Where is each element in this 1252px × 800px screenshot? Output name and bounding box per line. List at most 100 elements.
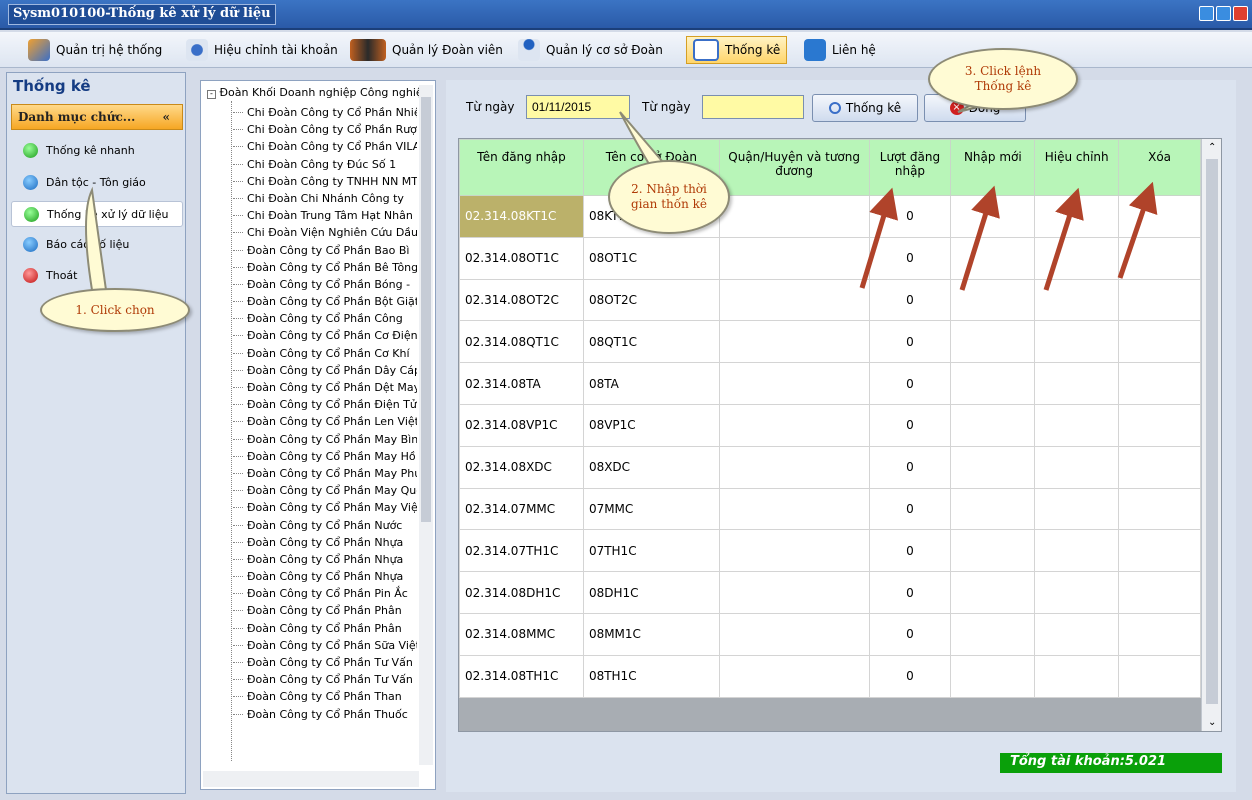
col-edit[interactable]: Hiệu chỉnh	[1034, 139, 1120, 196]
table-cell[interactable]	[718, 445, 870, 489]
col-district[interactable]: Quận/Huyện và tương đương	[718, 139, 870, 196]
table-cell[interactable]: 0	[868, 403, 952, 447]
table-cell[interactable]	[718, 362, 870, 405]
table-cell[interactable]	[1118, 195, 1201, 238]
table-row[interactable]: 02.314.08XDC 08XDC 0	[459, 445, 1201, 489]
sidebar-item-data-processing[interactable]: Thống kê xử lý dữ liệu	[11, 201, 183, 227]
table-cell[interactable]: 08VP1C	[582, 403, 720, 447]
table-cell[interactable]: 08QT1C	[582, 320, 720, 364]
table-cell[interactable]	[950, 403, 1036, 447]
table-cell[interactable]	[1034, 195, 1120, 238]
table-cell[interactable]	[718, 195, 870, 238]
table-cell[interactable]	[950, 278, 1036, 322]
menu-item-statistics[interactable]: Thống kê	[686, 36, 788, 64]
tree-item[interactable]: Đoàn Công ty Cổ Phần Cơ Khí	[231, 345, 417, 362]
table-cell[interactable]	[1118, 445, 1201, 489]
table-cell[interactable]	[1118, 529, 1201, 573]
table-cell[interactable]: 02.314.08TH1C	[459, 654, 584, 698]
table-cell[interactable]	[1034, 612, 1120, 656]
sidebar-category[interactable]: Danh mục chức... «	[11, 104, 183, 130]
table-cell[interactable]	[718, 278, 870, 322]
col-new[interactable]: Nhập mới	[950, 139, 1036, 196]
chevron-down-icon[interactable]: ⌄	[1208, 717, 1216, 728]
tree-item[interactable]: Đoàn Công ty Cổ Phần Dây Cáp	[231, 362, 417, 379]
table-row[interactable]: 02.314.07MMC 07MMC 0	[459, 487, 1201, 531]
table-cell[interactable]: 08OT2C	[582, 278, 720, 322]
tree-item[interactable]: Đoàn Công ty Cổ Phần Tư Vấn	[231, 654, 417, 671]
table-cell[interactable]: 0	[868, 236, 952, 280]
tree-horizontal-scrollbar[interactable]	[203, 771, 419, 787]
tree-item[interactable]: Đoàn Công ty Cổ Phần May Quốc	[231, 482, 417, 499]
table-cell[interactable]	[950, 529, 1036, 573]
tree-item[interactable]: Đoàn Công ty Cổ Phần Nước	[231, 517, 417, 534]
col-username[interactable]: Tên đăng nhập	[459, 139, 584, 196]
table-cell[interactable]	[1034, 236, 1120, 280]
table-cell[interactable]: 08DH1C	[582, 571, 720, 614]
scrollbar-thumb[interactable]	[1206, 159, 1218, 704]
close-icon[interactable]	[1233, 6, 1248, 21]
table-cell[interactable]	[718, 403, 870, 447]
table-cell[interactable]	[1034, 529, 1120, 573]
table-cell[interactable]	[718, 236, 870, 280]
tree-item[interactable]: Đoàn Công ty Cổ Phần Công	[231, 310, 417, 327]
sidebar-item-exit[interactable]: Thoát	[11, 262, 183, 288]
tree-item[interactable]: Đoàn Công ty Cổ Phần Phân	[231, 620, 417, 637]
tree-item[interactable]: Đoàn Công ty Cổ Phần Pin Ắc	[231, 585, 417, 602]
table-cell[interactable]: 02.314.08OT2C	[459, 278, 584, 322]
table-cell[interactable]: 0	[868, 529, 952, 573]
tree-item[interactable]: Đoàn Công ty Cổ Phần Bột Giặt	[231, 293, 417, 310]
table-cell[interactable]: 02.314.08VP1C	[459, 403, 584, 447]
table-cell[interactable]: 02.314.08OT1C	[459, 236, 584, 280]
table-cell[interactable]	[950, 195, 1036, 238]
menu-item-contact[interactable]: Liên hệ	[798, 36, 882, 64]
tree-item[interactable]: Chi Đoàn Công ty Cổ Phần VILACO	[231, 138, 417, 155]
menu-item-members[interactable]: Quản lý Đoàn viên	[344, 36, 509, 64]
table-cell[interactable]	[1034, 571, 1120, 614]
table-vertical-scrollbar[interactable]: ⌃ ⌄	[1201, 139, 1221, 731]
table-cell[interactable]	[950, 320, 1036, 364]
tree-item[interactable]: Đoàn Công ty Cổ Phần Than	[231, 688, 417, 705]
tree-item[interactable]: Đoàn Công ty Cổ Phần Bóng -	[231, 276, 417, 293]
tree-item[interactable]: Đoàn Công ty Cổ Phần Bê Tông	[231, 259, 417, 276]
table-cell[interactable]	[1034, 278, 1120, 322]
tree-item[interactable]: Đoàn Công ty Cổ Phần May Hồ	[231, 448, 417, 465]
tree-item[interactable]: Đoàn Công ty Cổ Phần May Bình	[231, 431, 417, 448]
table-row[interactable]: 02.314.08TA 08TA 0	[459, 362, 1201, 405]
table-cell[interactable]: 02.314.08TA	[459, 362, 584, 405]
table-cell[interactable]: 02.314.08KT1C	[459, 195, 584, 238]
table-cell[interactable]: 08TH1C	[582, 654, 720, 698]
tree-item[interactable]: Chi Đoàn Viện Nghiên Cứu Dầu	[231, 224, 417, 241]
table-cell[interactable]: 08OT1C	[582, 236, 720, 280]
tree-item[interactable]: Đoàn Công ty Cổ Phần Bao Bì	[231, 242, 417, 259]
table-cell[interactable]	[1034, 487, 1120, 531]
tree-item[interactable]: Đoàn Công ty Cổ Phần May Việt	[231, 499, 417, 516]
table-cell[interactable]	[1118, 487, 1201, 531]
table-cell[interactable]	[1118, 362, 1201, 405]
tree-item[interactable]: Đoàn Công ty Cổ Phần Cơ Điện	[231, 327, 417, 344]
minimize-icon[interactable]	[1199, 6, 1214, 21]
table-cell[interactable]	[718, 571, 870, 614]
collapse-icon[interactable]: -	[207, 90, 216, 99]
table-cell[interactable]	[950, 362, 1036, 405]
table-cell[interactable]	[1034, 403, 1120, 447]
tree-item[interactable]: Đoàn Công ty Cổ Phần Len Việt	[231, 413, 417, 430]
table-cell[interactable]	[950, 487, 1036, 531]
table-cell[interactable]: 0	[868, 320, 952, 364]
tree-item[interactable]: Chi Đoàn Trung Tâm Hạt Nhân	[231, 207, 417, 224]
table-cell[interactable]: 07MMC	[582, 487, 720, 531]
sidebar-item-report[interactable]: Báo cáo số liệu	[11, 231, 183, 257]
table-cell[interactable]	[718, 320, 870, 364]
table-cell[interactable]: 0	[868, 487, 952, 531]
tree-item[interactable]: Đoàn Công ty Cổ Phần Dệt May	[231, 379, 417, 396]
table-cell[interactable]: 08XDC	[582, 445, 720, 489]
table-cell[interactable]: 08TA	[582, 362, 720, 405]
tree-vertical-scrollbar[interactable]	[419, 85, 433, 765]
col-logins[interactable]: Lượt đăng nhập	[868, 139, 952, 196]
tree-item[interactable]: Đoàn Công ty Cổ Phần Nhựa	[231, 534, 417, 551]
table-row[interactable]: 02.314.08QT1C 08QT1C 0	[459, 320, 1201, 364]
table-row[interactable]: 02.314.08MMC 08MM1C 0	[459, 612, 1201, 656]
table-cell[interactable]: 07TH1C	[582, 529, 720, 573]
sidebar-item-ethnicity[interactable]: Dân tộc - Tôn giáo	[11, 169, 183, 195]
table-cell[interactable]: 08MM1C	[582, 612, 720, 656]
table-cell[interactable]	[718, 654, 870, 698]
